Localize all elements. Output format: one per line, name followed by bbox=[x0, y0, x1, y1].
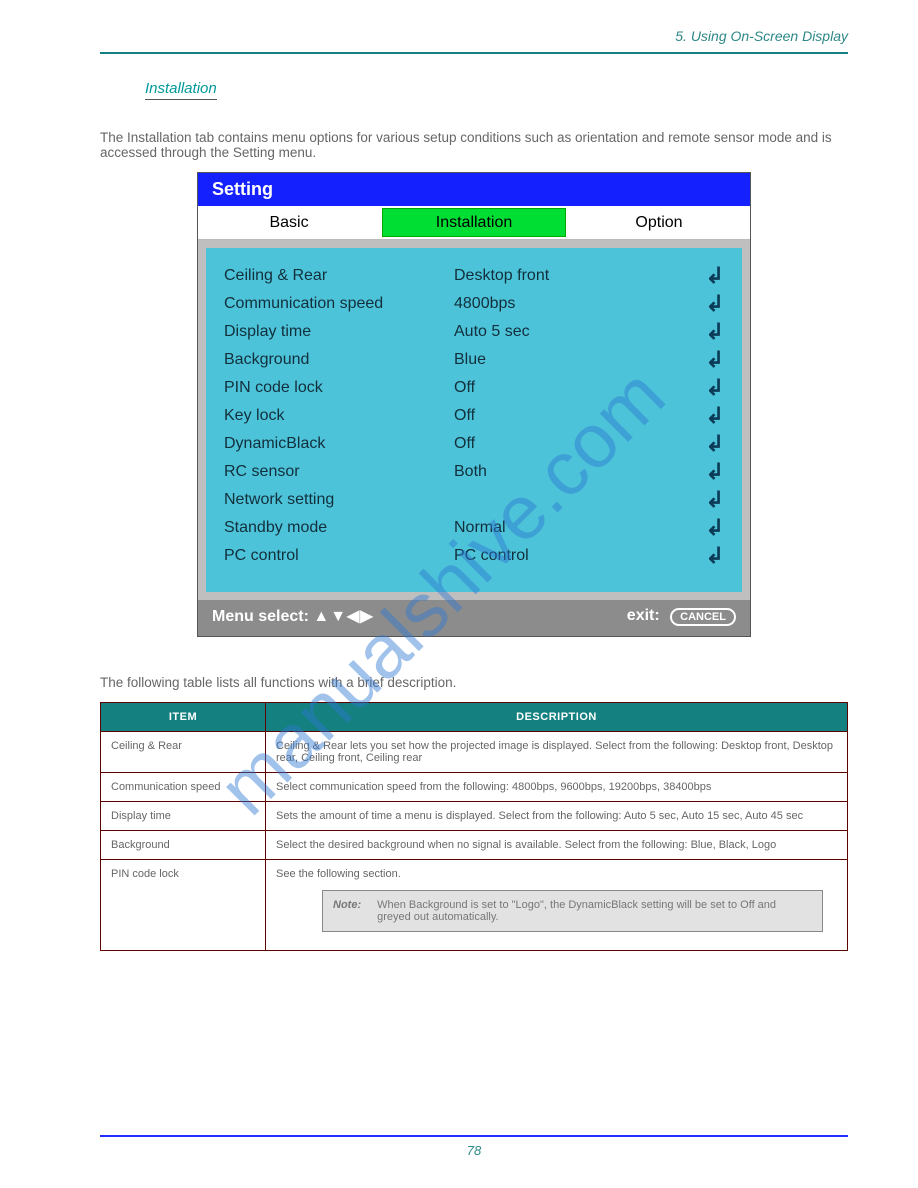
osd-row-label: PIN code lock bbox=[224, 379, 454, 397]
osd-row[interactable]: Key lockOff↲ bbox=[224, 402, 724, 430]
osd-row-label: Display time bbox=[224, 323, 454, 341]
osd-row-label: Background bbox=[224, 351, 454, 369]
arrow-icons: ▲▼◀▶ bbox=[313, 608, 373, 625]
table-row: Ceiling & Rear Ceiling & Rear lets you s… bbox=[101, 732, 848, 773]
osd-row-label: DynamicBlack bbox=[224, 435, 454, 453]
osd-row-label: Network setting bbox=[224, 491, 454, 509]
cell-desc: Select communication speed from the foll… bbox=[266, 773, 848, 802]
table-row: Communication speed Select communication… bbox=[101, 773, 848, 802]
enter-icon: ↲ bbox=[704, 263, 724, 289]
section-tip: The Installation tab contains menu optio… bbox=[100, 130, 848, 160]
tab-basic[interactable]: Basic bbox=[198, 206, 380, 239]
page-number: 78 bbox=[100, 1135, 848, 1158]
osd-row-label: PC control bbox=[224, 547, 454, 565]
enter-icon: ↲ bbox=[704, 347, 724, 373]
enter-icon: ↲ bbox=[704, 403, 724, 429]
osd-row-value: Normal bbox=[454, 519, 704, 537]
cell-item: Communication speed bbox=[101, 773, 266, 802]
osd-row-value: Desktop front bbox=[454, 267, 704, 285]
osd-row-label: Ceiling & Rear bbox=[224, 267, 454, 285]
osd-row[interactable]: Ceiling & RearDesktop front↲ bbox=[224, 262, 724, 290]
table-row: PIN code lock See the following section.… bbox=[101, 860, 848, 951]
col-desc: DESCRIPTION bbox=[266, 703, 848, 732]
osd-row-value: Off bbox=[454, 435, 704, 453]
osd-row-label: Communication speed bbox=[224, 295, 454, 313]
panel-footer: Menu select: ▲▼◀▶ exit: CANCEL bbox=[198, 600, 750, 636]
osd-row[interactable]: Network setting ↲ bbox=[224, 486, 724, 514]
osd-row[interactable]: BackgroundBlue↲ bbox=[224, 346, 724, 374]
osd-row-value: PC control bbox=[454, 547, 704, 565]
osd-row[interactable]: Display timeAuto 5 sec↲ bbox=[224, 318, 724, 346]
osd-row[interactable]: RC sensorBoth↲ bbox=[224, 458, 724, 486]
enter-icon: ↲ bbox=[704, 543, 724, 569]
table-intro: The following table lists all functions … bbox=[100, 675, 848, 690]
osd-row-value: 4800bps bbox=[454, 295, 704, 313]
table-row: Display time Sets the amount of time a m… bbox=[101, 802, 848, 831]
osd-setting-panel: Setting Basic Installation Option Ceilin… bbox=[197, 172, 751, 637]
section-title: Installation bbox=[145, 80, 217, 100]
col-item: ITEM bbox=[101, 703, 266, 732]
osd-row-label: Key lock bbox=[224, 407, 454, 425]
note-box: Note: When Background is set to "Logo", … bbox=[322, 890, 823, 932]
cancel-button-icon: CANCEL bbox=[670, 608, 736, 626]
cell-desc: Select the desired background when no si… bbox=[266, 831, 848, 860]
cell-desc-wrap: See the following section. Note: When Ba… bbox=[266, 860, 848, 951]
panel-body: Ceiling & RearDesktop front↲ Communicati… bbox=[206, 248, 742, 592]
footer-left-label: Menu select: bbox=[212, 608, 309, 625]
panel-title: Setting bbox=[198, 173, 750, 206]
footer-right-label: exit: bbox=[627, 607, 660, 624]
enter-icon: ↲ bbox=[704, 487, 724, 513]
page-header: 5. Using On-Screen Display bbox=[100, 28, 848, 54]
tab-installation[interactable]: Installation bbox=[382, 208, 566, 237]
osd-row-value: Auto 5 sec bbox=[454, 323, 704, 341]
cell-desc: See the following section. bbox=[276, 868, 401, 880]
cell-item: Display time bbox=[101, 802, 266, 831]
osd-row[interactable]: DynamicBlackOff↲ bbox=[224, 430, 724, 458]
osd-row[interactable]: PC controlPC control↲ bbox=[224, 542, 724, 570]
tab-bar: Basic Installation Option bbox=[198, 206, 750, 240]
osd-row-value: Off bbox=[454, 407, 704, 425]
description-table: ITEM DESCRIPTION Ceiling & Rear Ceiling … bbox=[100, 702, 848, 951]
cell-item: Background bbox=[101, 831, 266, 860]
enter-icon: ↲ bbox=[704, 515, 724, 541]
osd-row-value: Off bbox=[454, 379, 704, 397]
cell-item: Ceiling & Rear bbox=[101, 732, 266, 773]
cell-item: PIN code lock bbox=[101, 860, 266, 951]
osd-row-value: Both bbox=[454, 463, 704, 481]
enter-icon: ↲ bbox=[704, 459, 724, 485]
cell-desc: Sets the amount of time a menu is displa… bbox=[266, 802, 848, 831]
tab-option[interactable]: Option bbox=[568, 206, 750, 239]
osd-row-label: RC sensor bbox=[224, 463, 454, 481]
enter-icon: ↲ bbox=[704, 291, 724, 317]
osd-row-label: Standby mode bbox=[224, 519, 454, 537]
enter-icon: ↲ bbox=[704, 431, 724, 457]
note-text: When Background is set to "Logo", the Dy… bbox=[377, 899, 812, 923]
cell-desc: Ceiling & Rear lets you set how the proj… bbox=[266, 732, 848, 773]
table-row: Background Select the desired background… bbox=[101, 831, 848, 860]
enter-icon: ↲ bbox=[704, 375, 724, 401]
note-label: Note: bbox=[333, 899, 361, 923]
enter-icon: ↲ bbox=[704, 319, 724, 345]
osd-row[interactable]: PIN code lockOff↲ bbox=[224, 374, 724, 402]
osd-row[interactable]: Communication speed4800bps↲ bbox=[224, 290, 724, 318]
osd-row[interactable]: Standby modeNormal↲ bbox=[224, 514, 724, 542]
osd-row-value: Blue bbox=[454, 351, 704, 369]
